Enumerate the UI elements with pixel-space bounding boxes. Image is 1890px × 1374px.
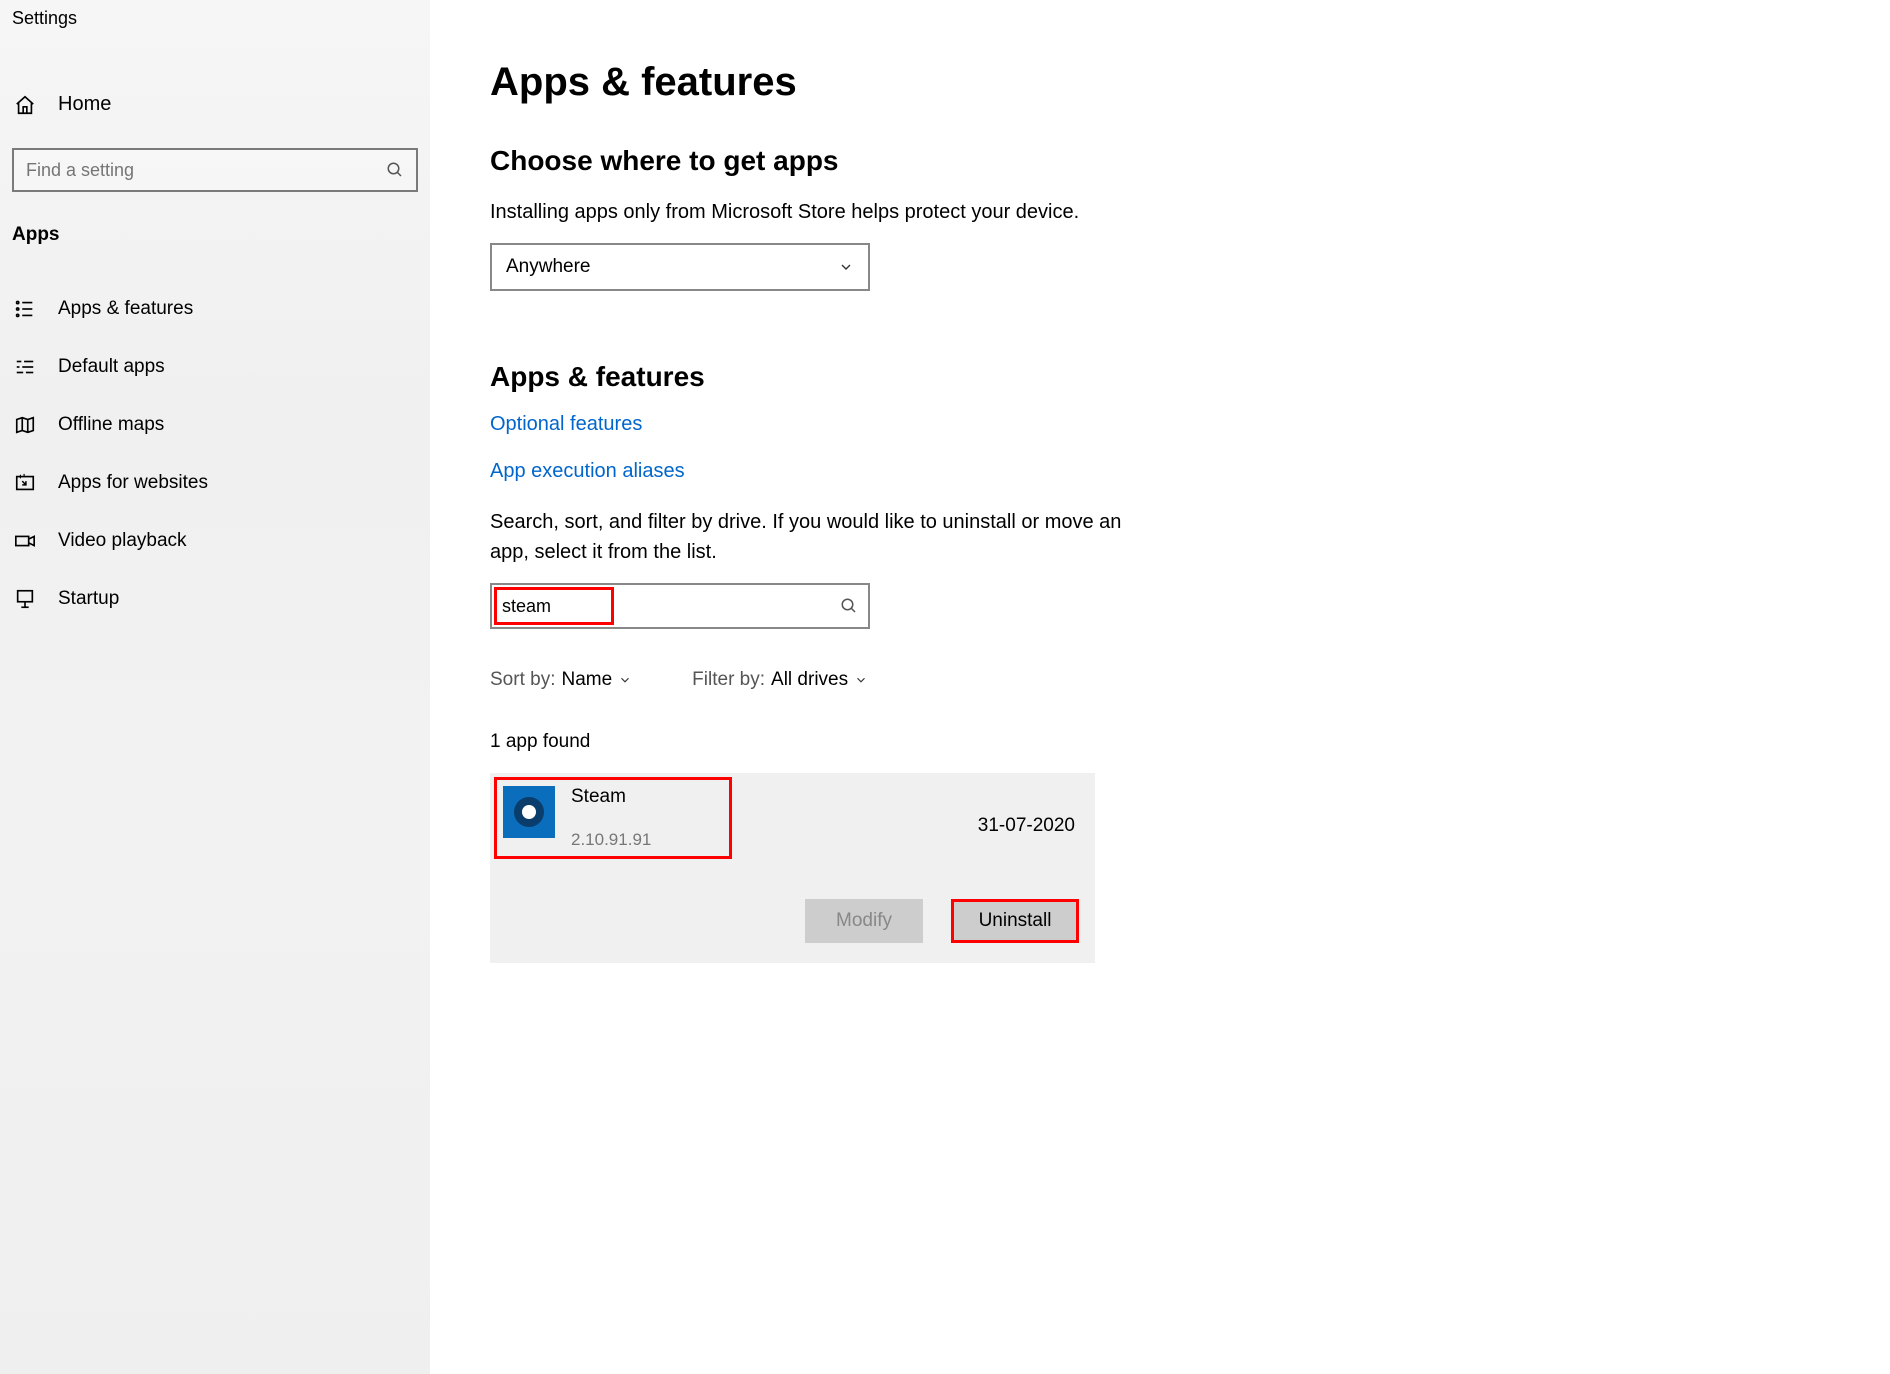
video-playback-icon	[14, 530, 36, 552]
sidebar-item-label: Apps & features	[58, 298, 193, 320]
filter-value: All drives	[771, 669, 848, 691]
chevron-down-icon	[618, 673, 632, 687]
sidebar-item-apps-features[interactable]: Apps & features	[0, 280, 430, 338]
settings-search-input[interactable]	[26, 160, 386, 181]
app-search[interactable]	[490, 583, 870, 629]
default-apps-icon	[14, 356, 36, 378]
sort-filter-row: Sort by: Name Filter by: All drives	[490, 669, 1450, 691]
window-title: Settings	[0, 0, 430, 45]
startup-icon	[14, 588, 36, 610]
sidebar-item-label: Startup	[58, 588, 119, 610]
sidebar-item-label: Offline maps	[58, 414, 164, 436]
result-count: 1 app found	[490, 731, 1450, 753]
app-execution-aliases-link[interactable]: App execution aliases	[490, 460, 1450, 483]
search-icon	[386, 161, 404, 179]
search-icon	[840, 597, 858, 615]
sidebar-item-label: Apps for websites	[58, 472, 208, 494]
highlight-annotation: Steam 2.10.91.91	[494, 777, 732, 859]
app-search-input[interactable]	[502, 596, 840, 617]
choose-apps-desc: Installing apps only from Microsoft Stor…	[490, 197, 1130, 227]
app-source-select[interactable]: Anywhere	[490, 243, 870, 291]
sidebar-item-offline-maps[interactable]: Offline maps	[0, 396, 430, 454]
filter-by-dropdown[interactable]: Filter by: All drives	[692, 669, 868, 691]
sidebar-item-apps-websites[interactable]: Apps for websites	[0, 454, 430, 512]
choose-apps-title: Choose where to get apps	[490, 145, 1450, 177]
sort-by-dropdown[interactable]: Sort by: Name	[490, 669, 632, 691]
apps-section-desc: Search, sort, and filter by drive. If yo…	[490, 507, 1130, 567]
home-label: Home	[58, 93, 111, 116]
main-content: Apps & features Choose where to get apps…	[430, 0, 1510, 1374]
sidebar-item-label: Default apps	[58, 356, 165, 378]
steam-icon	[503, 786, 555, 838]
sidebar-item-default-apps[interactable]: Default apps	[0, 338, 430, 396]
apps-features-title: Apps & features	[490, 361, 1450, 393]
filter-label: Filter by:	[692, 669, 765, 691]
modify-button: Modify	[805, 899, 923, 943]
apps-websites-icon	[14, 472, 36, 494]
chevron-down-icon	[838, 259, 854, 275]
optional-features-link[interactable]: Optional features	[490, 413, 1450, 436]
sidebar-category: Apps	[0, 224, 430, 246]
app-install-date: 31-07-2020	[978, 815, 1075, 837]
sidebar-item-label: Video playback	[58, 530, 187, 552]
sort-value: Name	[561, 669, 612, 691]
uninstall-button[interactable]: Uninstall	[951, 899, 1079, 943]
home-icon	[14, 94, 36, 116]
settings-search[interactable]	[12, 148, 418, 192]
sort-label: Sort by:	[490, 669, 555, 691]
page-title: Apps & features	[490, 60, 1450, 105]
apps-features-icon	[14, 298, 36, 320]
app-list-item[interactable]: Steam 2.10.91.91 31-07-2020 Modify Unins…	[490, 773, 1095, 963]
chevron-down-icon	[854, 673, 868, 687]
sidebar-item-startup[interactable]: Startup	[0, 570, 430, 628]
app-meta: Steam 2.10.91.91	[571, 786, 651, 850]
settings-sidebar: Settings Home Apps Apps & fe	[0, 0, 430, 1374]
sidebar-item-video-playback[interactable]: Video playback	[0, 512, 430, 570]
app-version: 2.10.91.91	[571, 830, 651, 850]
sidebar-nav-list: Apps & features Default apps Offline map…	[0, 280, 430, 628]
offline-maps-icon	[14, 414, 36, 436]
app-actions: Modify Uninstall	[494, 899, 1079, 943]
app-source-value: Anywhere	[506, 256, 591, 278]
home-nav[interactable]: Home	[0, 83, 430, 126]
app-name: Steam	[571, 786, 651, 808]
